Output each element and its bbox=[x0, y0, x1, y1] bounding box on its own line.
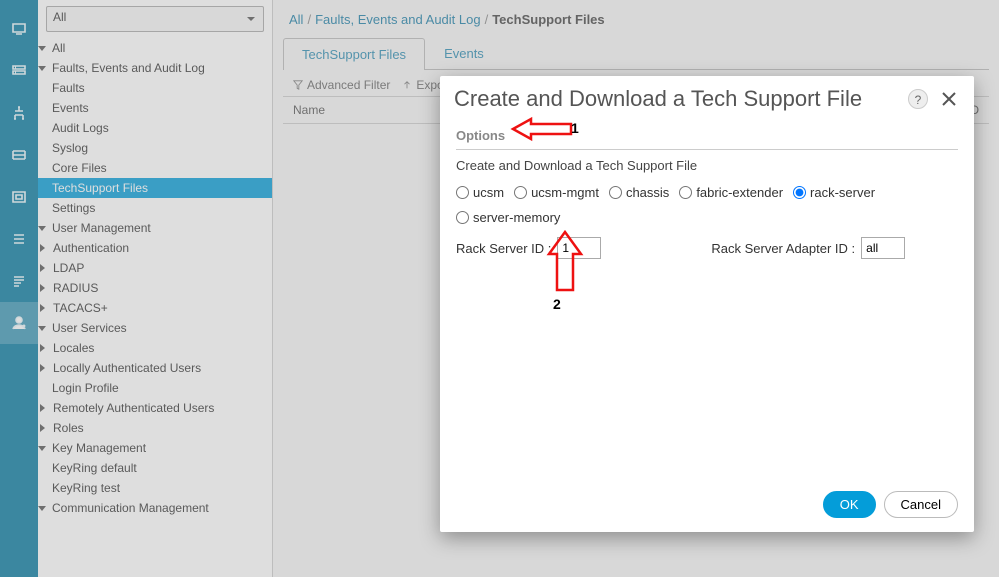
radio-label: fabric-extender bbox=[696, 185, 783, 200]
radio-label: rack-server bbox=[810, 185, 875, 200]
close-icon bbox=[940, 90, 958, 108]
modal-description: Create and Download a Tech Support File bbox=[456, 150, 958, 179]
options-section-header: Options bbox=[456, 126, 958, 150]
rack-server-id-label: Rack Server ID : bbox=[456, 241, 551, 256]
radio-input-server-memory[interactable] bbox=[456, 211, 469, 224]
help-button[interactable]: ? bbox=[908, 89, 928, 109]
create-techsupport-dialog: Create and Download a Tech Support File … bbox=[440, 76, 974, 532]
radio-label: chassis bbox=[626, 185, 669, 200]
radio-input-fabric-extender[interactable] bbox=[679, 186, 692, 199]
radio-ucsm-mgmt[interactable]: ucsm-mgmt bbox=[514, 185, 599, 200]
radio-input-ucsm[interactable] bbox=[456, 186, 469, 199]
radio-label: server-memory bbox=[473, 210, 560, 225]
annotation-label-2: 2 bbox=[553, 296, 561, 312]
rack-server-adapter-id-input[interactable] bbox=[861, 237, 905, 259]
radio-input-ucsm-mgmt[interactable] bbox=[514, 186, 527, 199]
ok-button[interactable]: OK bbox=[823, 491, 876, 518]
radio-input-chassis[interactable] bbox=[609, 186, 622, 199]
radio-label: ucsm-mgmt bbox=[531, 185, 599, 200]
radio-rack-server[interactable]: rack-server bbox=[793, 185, 875, 200]
close-button[interactable] bbox=[938, 88, 960, 110]
radio-input-rack-server[interactable] bbox=[793, 186, 806, 199]
radio-server-memory[interactable]: server-memory bbox=[456, 210, 560, 225]
type-radio-group: ucsm ucsm-mgmt chassis fabric-extender rack-… bbox=[456, 179, 958, 231]
radio-label: ucsm bbox=[473, 185, 504, 200]
radio-ucsm[interactable]: ucsm bbox=[456, 185, 504, 200]
radio-fabric-extender[interactable]: fabric-extender bbox=[679, 185, 783, 200]
radio-chassis[interactable]: chassis bbox=[609, 185, 669, 200]
rack-server-id-input[interactable] bbox=[557, 237, 601, 259]
modal-title: Create and Download a Tech Support File bbox=[454, 86, 908, 112]
rack-server-adapter-id-label: Rack Server Adapter ID : bbox=[711, 241, 855, 256]
annotation-label-1: 1 bbox=[571, 120, 579, 136]
cancel-button[interactable]: Cancel bbox=[884, 491, 958, 518]
